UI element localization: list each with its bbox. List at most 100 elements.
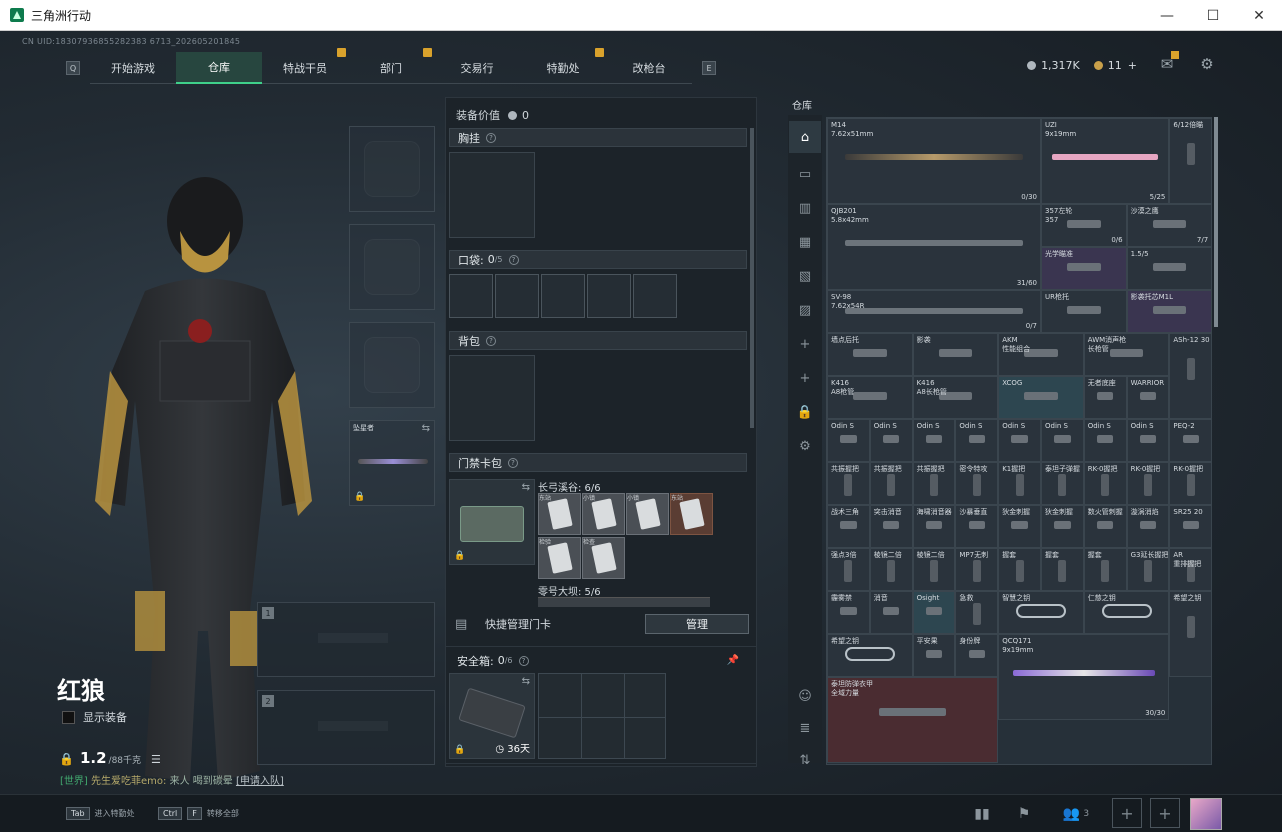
stash-item[interactable]: K1握把: [998, 462, 1041, 505]
stash-scrollbar[interactable]: [1214, 117, 1218, 327]
pocket-slot[interactable]: [541, 274, 585, 318]
nav-next-key[interactable]: E: [702, 61, 716, 75]
help-icon[interactable]: ?: [486, 335, 496, 346]
stash-item[interactable]: AR 重排握把: [1169, 548, 1211, 591]
stash-item[interactable]: UZI 9x19mm 5/25: [1041, 118, 1170, 204]
swap-icon[interactable]: ⇆: [522, 482, 530, 493]
stash-item[interactable]: 平安果: [912, 634, 956, 677]
help-icon[interactable]: ?: [508, 457, 518, 468]
stash-item[interactable]: SV-98 7.62x54R 0/7: [827, 290, 1041, 333]
show-equipment-toggle[interactable]: 显示装备: [62, 709, 127, 725]
invite-slot-button[interactable]: +: [1112, 798, 1142, 828]
pin-icon[interactable]: 📌: [727, 655, 739, 666]
stash-item[interactable]: K416 A8长枪管: [912, 376, 999, 419]
sort-icon[interactable]: ⇅: [796, 751, 814, 769]
stash-item[interactable]: Odin S: [998, 419, 1041, 462]
stash-item[interactable]: 棱镜二倍: [912, 548, 956, 591]
stash-item[interactable]: 357左轮 357 0/6: [1041, 204, 1127, 247]
stash-item[interactable]: 战术三角: [827, 505, 870, 548]
stash-item[interactable]: MP7无刺: [955, 548, 999, 591]
stash-item[interactable]: 无者底座: [1083, 376, 1127, 419]
pistol-slot[interactable]: [349, 322, 435, 408]
keycard-bag-slot[interactable]: ⇆ 🔒: [449, 479, 535, 565]
stash-item[interactable]: 急救: [955, 591, 999, 634]
stash-item[interactable]: 棱镜二倍: [869, 548, 913, 591]
melee-slot[interactable]: 坠星者 ⇆ 🔒: [349, 420, 435, 506]
stash-item[interactable]: Odin S: [912, 419, 956, 462]
stash-item[interactable]: 握套: [998, 548, 1041, 591]
panel-scrollbar[interactable]: [750, 128, 754, 428]
stash-item[interactable]: 泰坦子弹握: [1041, 462, 1084, 505]
stash-item[interactable]: 泰坦防弹衣甲 全域力量: [827, 677, 999, 763]
ammo-category-icon[interactable]: ▥: [796, 199, 814, 217]
stash-item[interactable]: UR枪托: [1041, 290, 1127, 333]
primary-weapon-slot[interactable]: 1: [257, 602, 435, 677]
weapon-category-icon[interactable]: ▭: [796, 165, 814, 183]
stash-item[interactable]: 希望之钥: [827, 634, 913, 677]
nav-tab[interactable]: 改枪台: [606, 52, 692, 84]
settings-icon[interactable]: ⚙: [796, 437, 814, 455]
stash-item[interactable]: 强点3倍: [827, 548, 870, 591]
stash-item[interactable]: WARRIOR: [1126, 376, 1170, 419]
help-icon[interactable]: ?: [518, 655, 529, 666]
stash-item[interactable]: RK-0握把: [1169, 462, 1211, 505]
keycard-item[interactable]: 小镇: [626, 493, 669, 535]
keycard-item[interactable]: 检验: [538, 537, 581, 579]
squad-icon[interactable]: 👥 3: [1056, 799, 1096, 829]
stash-item[interactable]: Odin S: [869, 419, 913, 462]
stash-item[interactable]: 消音: [869, 591, 913, 634]
nav-tab[interactable]: 特战干员: [262, 48, 348, 84]
stash-item[interactable]: K416 A8枪管: [827, 376, 913, 419]
add-currency-button[interactable]: +: [1128, 59, 1137, 72]
stash-item[interactable]: 影袭: [912, 333, 999, 376]
armor-slot[interactable]: [349, 224, 435, 310]
stash-item[interactable]: 身份牌: [955, 634, 999, 677]
stash-item[interactable]: 狄金刺握: [1041, 505, 1084, 548]
keycard-item[interactable]: 东站: [538, 493, 581, 535]
keycard-item[interactable]: 检查: [582, 537, 625, 579]
stash-item[interactable]: Odin S: [1126, 419, 1170, 462]
stash-item[interactable]: RK-0握把: [1083, 462, 1127, 505]
stash-item[interactable]: M14 7.62x51mm 0/30: [827, 118, 1041, 204]
stash-item[interactable]: AWM消声枪 长枪管: [1083, 333, 1170, 376]
gear-category-icon[interactable]: ▦: [796, 233, 814, 251]
keycard-item[interactable]: 东站: [670, 493, 713, 535]
manage-button[interactable]: 管理: [645, 614, 749, 634]
stash-item[interactable]: Odin S: [1083, 419, 1127, 462]
mail-icon[interactable]: ✉: [1158, 51, 1179, 73]
stash-item[interactable]: 6/12倍瞄: [1169, 118, 1211, 204]
stash-item[interactable]: 突击消音: [869, 505, 913, 548]
stash-item[interactable]: 仁慈之钥: [1083, 591, 1170, 634]
stash-item[interactable]: Osight: [912, 591, 956, 634]
minimize-button[interactable]: —: [1144, 0, 1190, 31]
stash-item[interactable]: XCOG: [998, 376, 1084, 419]
pocket-slot[interactable]: [449, 274, 493, 318]
backpack-slot[interactable]: [449, 355, 535, 441]
consumable-category-icon[interactable]: ▨: [796, 301, 814, 319]
stash-item[interactable]: 1.5/5: [1126, 247, 1211, 290]
add-tab-icon[interactable]: +: [796, 335, 814, 353]
stash-item[interactable]: 沙暴垂直: [955, 505, 999, 548]
keycard-item[interactable]: 小镇: [582, 493, 625, 535]
close-button[interactable]: ✕: [1236, 0, 1282, 31]
safebox-slot[interactable]: ⇆ 🔒 ◷ 36天: [449, 673, 535, 759]
pocket-slot[interactable]: [633, 274, 677, 318]
stash-item[interactable]: 墙点后托: [827, 333, 913, 376]
show-equipment-checkbox[interactable]: [62, 710, 75, 724]
secondary-weapon-slot[interactable]: 2: [257, 690, 435, 765]
nav-prev-key[interactable]: Q: [66, 61, 80, 75]
nav-tab[interactable]: 部门: [348, 48, 434, 84]
stash-item[interactable]: 海啸消音器: [912, 505, 956, 548]
stash-grid[interactable]: M14 7.62x51mm 0/30 UZI 9x19mm 5/25 6/12倍瞄 QJB…: [826, 117, 1212, 765]
maximize-button[interactable]: ☐: [1190, 0, 1236, 31]
stash-item[interactable]: G3延长握把: [1126, 548, 1170, 591]
stash-item[interactable]: Odin S: [955, 419, 999, 462]
help-icon[interactable]: ?: [486, 132, 496, 143]
settings-gear-icon[interactable]: ⚙: [1198, 55, 1216, 73]
pocket-slot[interactable]: [587, 274, 631, 318]
nav-tab[interactable]: 开始游戏: [90, 52, 176, 84]
stash-item[interactable]: SR25 20: [1169, 505, 1211, 548]
keyset2-cards[interactable]: [538, 597, 710, 607]
attachment-category-icon[interactable]: ▧: [796, 267, 814, 285]
nav-tab[interactable]: 交易行: [434, 52, 520, 84]
